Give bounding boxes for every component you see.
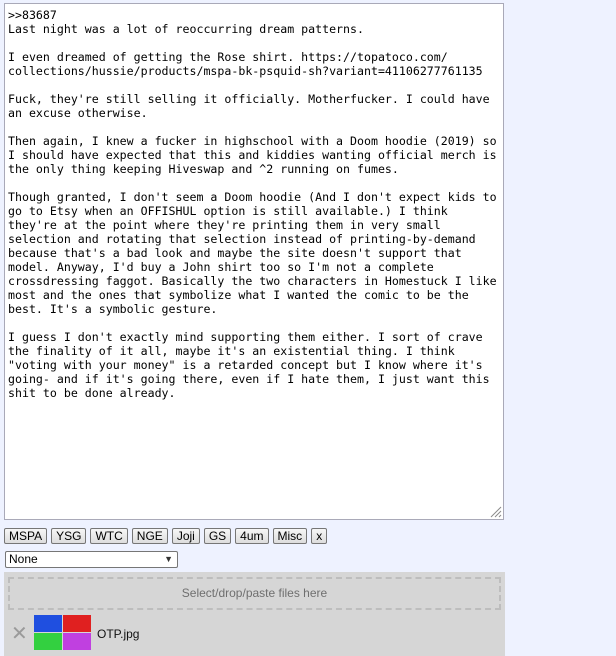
- tag-button-mspa[interactable]: MSPA: [4, 528, 48, 544]
- comment-textarea[interactable]: >>83687 Last night was a lot of reoccurr…: [4, 3, 504, 520]
- file-name: OTP.jpg: [97, 627, 140, 641]
- tag-button-joji[interactable]: Joji: [171, 528, 200, 544]
- thumb-quadrant-green: [34, 633, 62, 650]
- tag-button-x[interactable]: x: [311, 528, 328, 544]
- thumb-quadrant-blue: [34, 615, 62, 632]
- remove-file-icon[interactable]: ✕: [11, 623, 28, 643]
- thumb-quadrant-purple: [63, 633, 91, 650]
- chevron-down-icon: ▼: [164, 554, 173, 564]
- tag-button-gs[interactable]: GS: [203, 528, 232, 544]
- file-thumbnail: [33, 614, 91, 650]
- file-list-item: ✕ OTP.jpg: [4, 612, 204, 652]
- tag-button-row: MSPA YSG WTC NGE Joji GS 4um Misc x: [4, 528, 328, 544]
- comment-text[interactable]: >>83687 Last night was a lot of reoccurr…: [5, 4, 503, 519]
- option-select[interactable]: None ▼: [5, 551, 178, 568]
- select-value: None: [9, 552, 38, 566]
- resize-grip-icon[interactable]: [488, 504, 502, 518]
- tag-button-nge[interactable]: NGE: [131, 528, 168, 544]
- file-dropzone[interactable]: Select/drop/paste files here: [8, 577, 501, 610]
- tag-button-misc[interactable]: Misc: [272, 528, 308, 544]
- tag-button-wtc[interactable]: WTC: [90, 528, 128, 544]
- file-upload-panel: Select/drop/paste files here ✕ OTP.jpg: [4, 572, 505, 656]
- thumb-quadrant-red: [63, 615, 91, 632]
- tag-button-4um[interactable]: 4um: [235, 528, 269, 544]
- post-form: >>83687 Last night was a lot of reoccurr…: [0, 0, 616, 656]
- tag-button-ysg[interactable]: YSG: [51, 528, 87, 544]
